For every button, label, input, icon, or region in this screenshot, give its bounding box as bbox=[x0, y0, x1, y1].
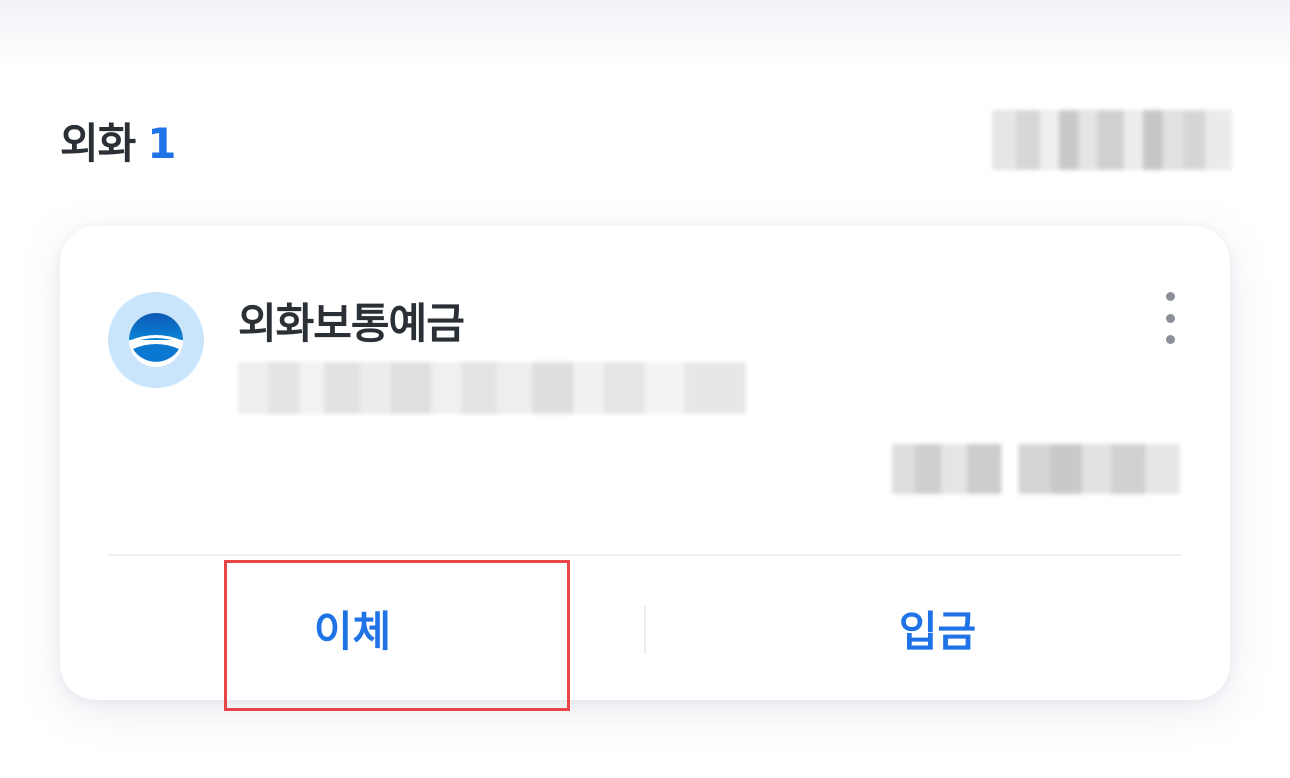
deposit-button[interactable]: 입금 bbox=[645, 556, 1230, 700]
foreign-currency-section-header: 외화 1 bbox=[60, 108, 1232, 172]
section-title: 외화 1 bbox=[60, 110, 177, 171]
account-card[interactable]: 외화보통예금 이체 입금 bbox=[60, 226, 1230, 700]
section-title-label: 외화 bbox=[60, 118, 136, 168]
top-shadow bbox=[0, 0, 1290, 70]
masked-summary-amount bbox=[992, 110, 1232, 170]
more-vertical-icon-dot bbox=[1165, 313, 1175, 323]
masked-account-number bbox=[238, 362, 746, 414]
account-name: 외화보통예금 bbox=[238, 299, 465, 348]
more-vertical-icon bbox=[1165, 292, 1175, 301]
bank-logo-icon bbox=[108, 292, 204, 388]
bank-logo-mark bbox=[129, 313, 183, 367]
account-actions: 이체 입금 bbox=[60, 556, 1230, 700]
more-options-button[interactable] bbox=[1156, 292, 1184, 344]
more-vertical-icon-dot bbox=[1165, 335, 1175, 344]
masked-balance bbox=[892, 444, 1180, 494]
section-count: 1 bbox=[147, 118, 176, 168]
foreign-currency-page: 외화 1 외화보통예금 이체 입금 bbox=[0, 0, 1290, 778]
transfer-button[interactable]: 이체 bbox=[60, 556, 645, 700]
